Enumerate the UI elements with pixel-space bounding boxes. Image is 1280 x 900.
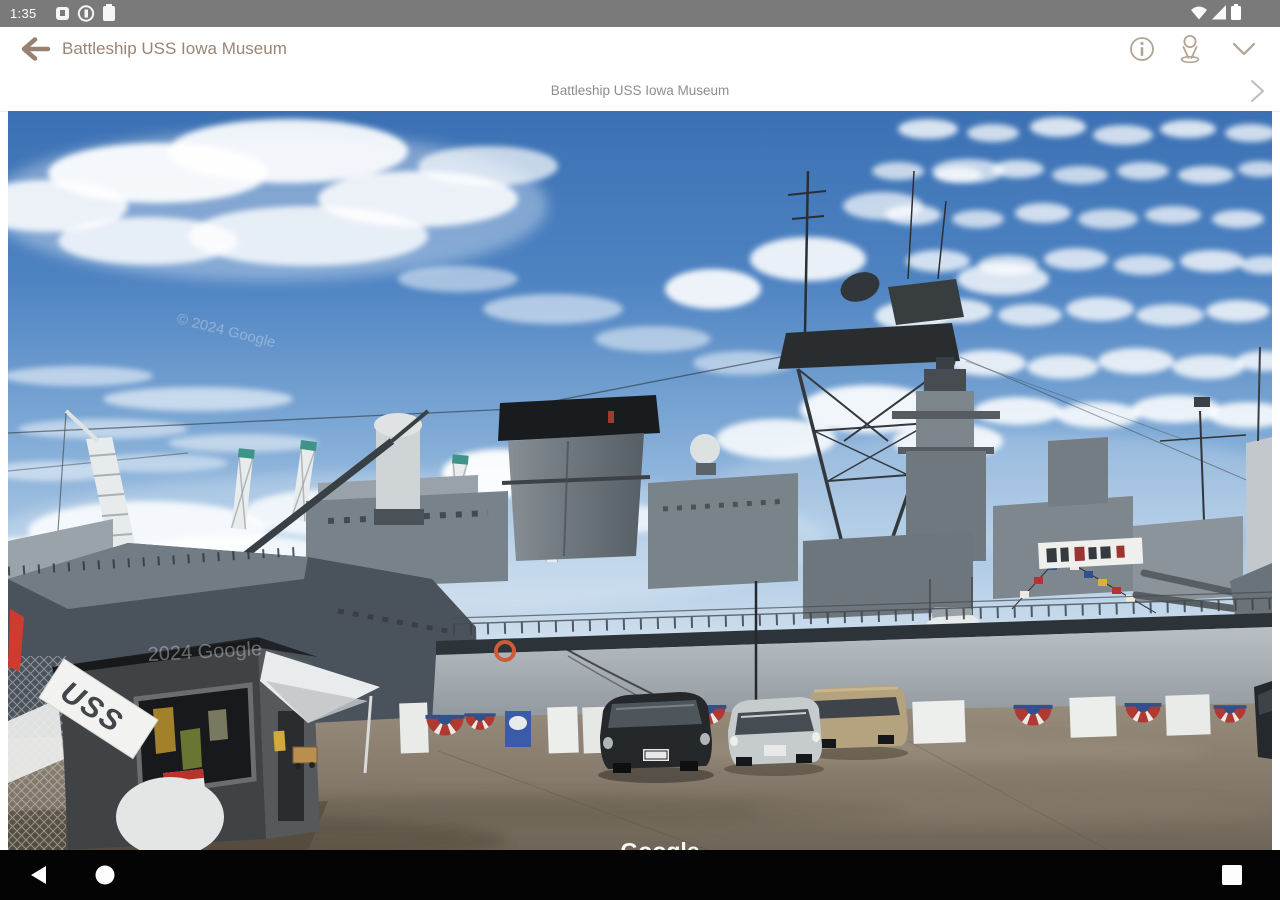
notification-icon-1 <box>56 7 69 20</box>
cellular-icon <box>1212 5 1226 20</box>
street-view-panorama[interactable]: © 2024 Google USS 2024 Google <box>8 111 1272 850</box>
panorama-scene: © 2024 Google USS 2024 Google <box>8 111 1272 850</box>
status-bar-icons <box>56 4 1241 22</box>
google-watermark: Google <box>620 838 699 850</box>
chevron-right-icon <box>1251 80 1264 102</box>
blue-sign <box>505 711 531 747</box>
appbar-actions <box>1130 34 1256 64</box>
back-button[interactable] <box>10 30 58 68</box>
silver-suv <box>724 697 824 776</box>
pegman-icon <box>1183 34 1197 48</box>
notification-icon-2 <box>77 5 95 22</box>
ship-sign <box>1038 537 1144 569</box>
location-bar: Battleship USS Iowa Museum <box>0 70 1280 112</box>
notification-icon-3 <box>103 4 115 21</box>
back-arrow-icon <box>21 37 51 61</box>
chevron-down-icon[interactable] <box>1232 42 1256 56</box>
navigation-bar <box>0 850 1280 900</box>
app-bar: Battleship USS Iowa Museum <box>0 27 1280 70</box>
dark-suv <box>598 692 714 783</box>
status-bar: 1:35 <box>0 0 1280 27</box>
wifi-icon <box>1191 6 1207 20</box>
pegman-button[interactable] <box>1180 34 1200 64</box>
nav-back-icon[interactable] <box>31 866 46 884</box>
android-screen: 1:35 Battleship USS Iowa Museum Battlesh… <box>0 0 1280 900</box>
page-title: Battleship USS Iowa Museum <box>62 39 287 58</box>
nav-home-icon[interactable] <box>95 865 115 885</box>
nav-recents-icon[interactable] <box>1222 865 1242 885</box>
next-place-button[interactable] <box>1240 75 1274 107</box>
battery-icon <box>1231 4 1241 20</box>
location-title: Battleship USS Iowa Museum <box>550 83 730 98</box>
info-button[interactable] <box>1130 37 1154 61</box>
